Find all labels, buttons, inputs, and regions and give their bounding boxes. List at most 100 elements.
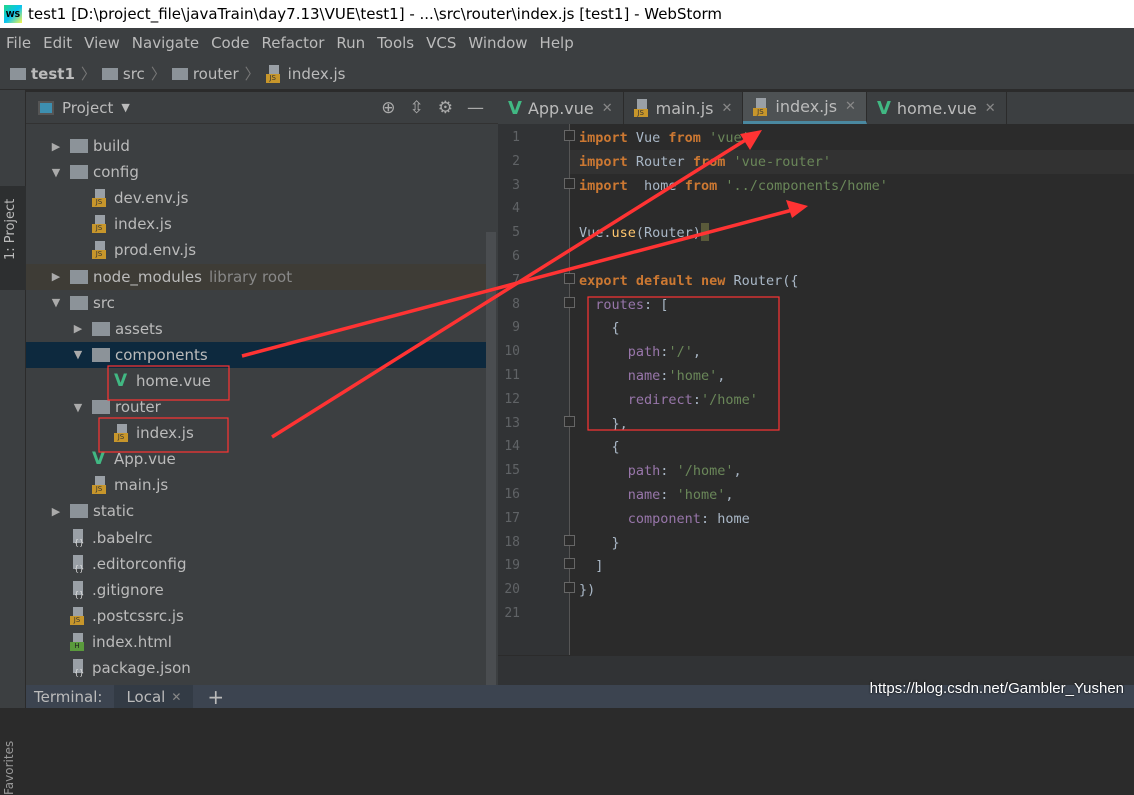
expanded-arrow-icon[interactable]: ▼ <box>48 296 64 309</box>
chevron-down-icon[interactable]: ▼ <box>121 101 129 114</box>
breadcrumb: test1 〉 src 〉 router 〉 index.js <box>0 58 1134 90</box>
collapsed-arrow-icon[interactable]: ▶ <box>48 270 64 283</box>
tree-item[interactable]: .editorconfig <box>26 551 486 577</box>
project-panel: Project ▼ ⊕ ⇳ ⚙ — ▶ build ▼ config dev.env.js in… <box>26 92 498 702</box>
breadcrumb-item[interactable]: test1 <box>31 65 75 83</box>
tree-item[interactable]: ▼ src <box>26 290 486 316</box>
menu-refactor[interactable]: Refactor <box>255 34 330 52</box>
expanded-arrow-icon[interactable]: ▼ <box>70 348 86 361</box>
tree-item[interactable]: .gitignore <box>26 577 486 603</box>
breadcrumb-item[interactable]: router <box>193 65 239 83</box>
tab-label: home.vue <box>896 98 977 118</box>
menu-view[interactable]: View <box>78 34 126 52</box>
tree-item[interactable]: ▶ assets <box>26 316 486 342</box>
code-line: path:'/', <box>579 340 701 364</box>
collapse-all-icon[interactable]: ⇳ <box>410 98 424 118</box>
tree-item[interactable]: index.js <box>26 420 486 446</box>
tree-item[interactable]: .postcssrc.js <box>26 603 486 629</box>
terminal-tab-local[interactable]: Local ✕ <box>114 685 194 708</box>
tree-item-label: router <box>115 398 161 416</box>
tab-App-vue[interactable]: V App.vue ✕ <box>498 92 624 124</box>
gen-icon <box>70 580 88 599</box>
code-token: } <box>579 534 620 551</box>
fold-marker-icon[interactable] <box>564 415 575 427</box>
code-editor[interactable]: 1 2 3 4 5 6 7 8 9 10 11 12 13 14 15 16 17 18 19 20 21 import… <box>498 124 1134 655</box>
tab-label: App.vue <box>527 98 594 118</box>
tree-item[interactable]: .babelrc <box>26 525 486 551</box>
tree-item[interactable]: Vhome.vue <box>26 368 486 394</box>
menu-tools[interactable]: Tools <box>371 34 420 52</box>
collapsed-arrow-icon[interactable]: ▶ <box>48 140 64 153</box>
line-number: 2 <box>512 153 520 169</box>
folder-icon <box>70 269 88 284</box>
js-icon <box>92 241 110 260</box>
line-number: 4 <box>512 201 520 217</box>
tree-item-label: node_modules <box>93 267 202 286</box>
breadcrumb-item[interactable]: src <box>123 65 145 83</box>
favorites-tool-label[interactable]: Favorites <box>2 741 16 795</box>
tree-item-label: .postcssrc.js <box>92 606 184 625</box>
tree-item[interactable]: ▶ build <box>26 133 486 159</box>
tree-item[interactable]: main.js <box>26 472 486 498</box>
tree-item[interactable]: ▶ node_modules library root <box>26 263 486 290</box>
close-icon[interactable]: ✕ <box>602 101 613 116</box>
minimize-icon[interactable]: — <box>467 98 484 118</box>
tree-item[interactable]: index.html <box>26 629 486 655</box>
scrollbar[interactable] <box>486 232 496 702</box>
tree-item[interactable]: ▶ static <box>26 498 486 524</box>
expanded-arrow-icon[interactable]: ▼ <box>70 401 86 414</box>
code-token: component <box>627 510 701 527</box>
fold-marker-icon[interactable] <box>564 296 575 308</box>
menu-navigate[interactable]: Navigate <box>126 34 205 52</box>
line-number: 8 <box>512 296 520 312</box>
breadcrumb-item[interactable]: index.js <box>288 65 346 83</box>
menu-help[interactable]: Help <box>534 34 580 52</box>
js-file-icon <box>633 99 650 117</box>
menu-run[interactable]: Run <box>330 34 371 52</box>
tree-item[interactable]: dev.env.js <box>26 185 486 211</box>
add-terminal-button[interactable]: + <box>207 685 224 709</box>
tree-item[interactable]: ▼ router <box>26 394 486 420</box>
tree-item[interactable]: index.js <box>26 211 486 237</box>
expanded-arrow-icon[interactable]: ▼ <box>48 166 64 179</box>
menu-code[interactable]: Code <box>205 34 255 52</box>
tab-index-js[interactable]: index.js ✕ <box>743 92 867 124</box>
project-view-selector[interactable]: Project <box>62 99 113 117</box>
gear-icon[interactable]: ⚙ <box>438 98 453 118</box>
code-token: : [ <box>644 296 669 313</box>
close-icon[interactable]: ✕ <box>721 101 732 116</box>
code-token: , <box>733 463 742 480</box>
close-icon[interactable]: ✕ <box>171 690 181 704</box>
fold-marker-icon[interactable] <box>564 272 575 284</box>
tree-item[interactable]: V App.vue <box>26 446 486 472</box>
menu-file[interactable]: File <box>0 34 37 52</box>
project-tool-label[interactable]: 1: Project <box>3 199 18 260</box>
close-icon[interactable]: ✕ <box>845 99 856 114</box>
tree-item[interactable]: prod.env.js <box>26 237 486 263</box>
collapsed-arrow-icon[interactable]: ▶ <box>48 505 64 518</box>
locate-icon[interactable]: ⊕ <box>381 98 395 118</box>
project-panel-header: Project ▼ ⊕ ⇳ ⚙ — <box>26 92 498 124</box>
menu-window[interactable]: Window <box>462 34 533 52</box>
fold-marker-icon[interactable] <box>564 534 575 546</box>
tree-item[interactable]: ▼ components <box>26 341 486 368</box>
menu-edit[interactable]: Edit <box>37 34 78 52</box>
project-view-icon <box>38 100 54 115</box>
tree-item-label: index.js <box>136 424 194 443</box>
fold-marker-icon[interactable] <box>564 558 575 570</box>
fold-marker-icon[interactable] <box>564 582 575 594</box>
tree-item[interactable]: package.json <box>26 655 486 681</box>
collapsed-arrow-icon[interactable]: ▶ <box>70 322 86 335</box>
fold-marker-icon[interactable] <box>564 130 575 141</box>
tree-item[interactable]: ▼ config <box>26 159 486 185</box>
tree-item-label: config <box>93 163 139 182</box>
line-number: 19 <box>504 558 520 574</box>
close-icon[interactable]: ✕ <box>985 101 996 116</box>
tab-home-vue[interactable]: Vhome.vue ✕ <box>867 92 1007 124</box>
menu-vcs[interactable]: VCS <box>420 34 462 52</box>
code-token: redirect <box>627 391 693 408</box>
fold-marker-icon[interactable] <box>564 177 575 189</box>
tab-main-js[interactable]: main.js ✕ <box>624 92 744 124</box>
html-icon <box>70 632 88 651</box>
